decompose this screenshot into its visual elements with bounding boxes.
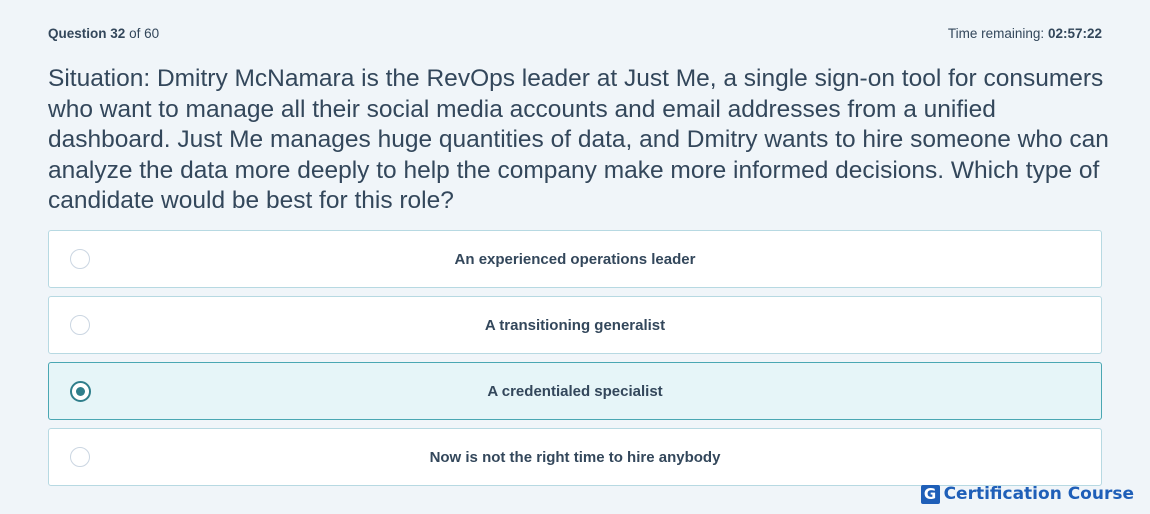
quiz-header: Question 32 of 60 Time remaining: 02:57:…: [48, 23, 1102, 43]
radio-button[interactable]: [70, 315, 90, 335]
timer: Time remaining: 02:57:22: [948, 26, 1102, 41]
answer-option-2[interactable]: A transitioning generalist: [48, 296, 1102, 354]
radio-dot-icon: [76, 386, 85, 396]
timer-label: Time remaining:: [947, 25, 1045, 41]
brand-mark-icon: G: [920, 484, 940, 504]
brand-name: Certification Course: [943, 484, 1134, 504]
question-total: of 60: [129, 25, 160, 41]
radio-button[interactable]: [70, 447, 90, 467]
radio-button[interactable]: [70, 249, 90, 269]
brand-logo: G Certification Course: [920, 484, 1134, 504]
timer-value: 02:57:22: [1047, 25, 1102, 41]
answer-option-1[interactable]: An experienced operations leader: [48, 230, 1102, 288]
answer-option-label: An experienced operations leader: [454, 250, 696, 268]
answer-option-4[interactable]: Now is not the right time to hire anybod…: [48, 428, 1102, 486]
question-text: Situation: Dmitry McNamara is the RevOps…: [48, 65, 1109, 214]
question-word: Question: [48, 25, 107, 41]
answer-option-label: A transitioning generalist: [484, 316, 666, 334]
answer-option-3[interactable]: A credentialed specialist: [48, 362, 1102, 420]
answer-option-label: Now is not the right time to hire anybod…: [429, 448, 721, 466]
answer-options: An experienced operations leader A trans…: [48, 230, 1102, 494]
radio-button[interactable]: [70, 380, 91, 402]
answer-option-label: A credentialed specialist: [487, 382, 663, 400]
question-number: 32: [110, 25, 126, 41]
question-counter: Question 32 of 60: [48, 26, 159, 41]
